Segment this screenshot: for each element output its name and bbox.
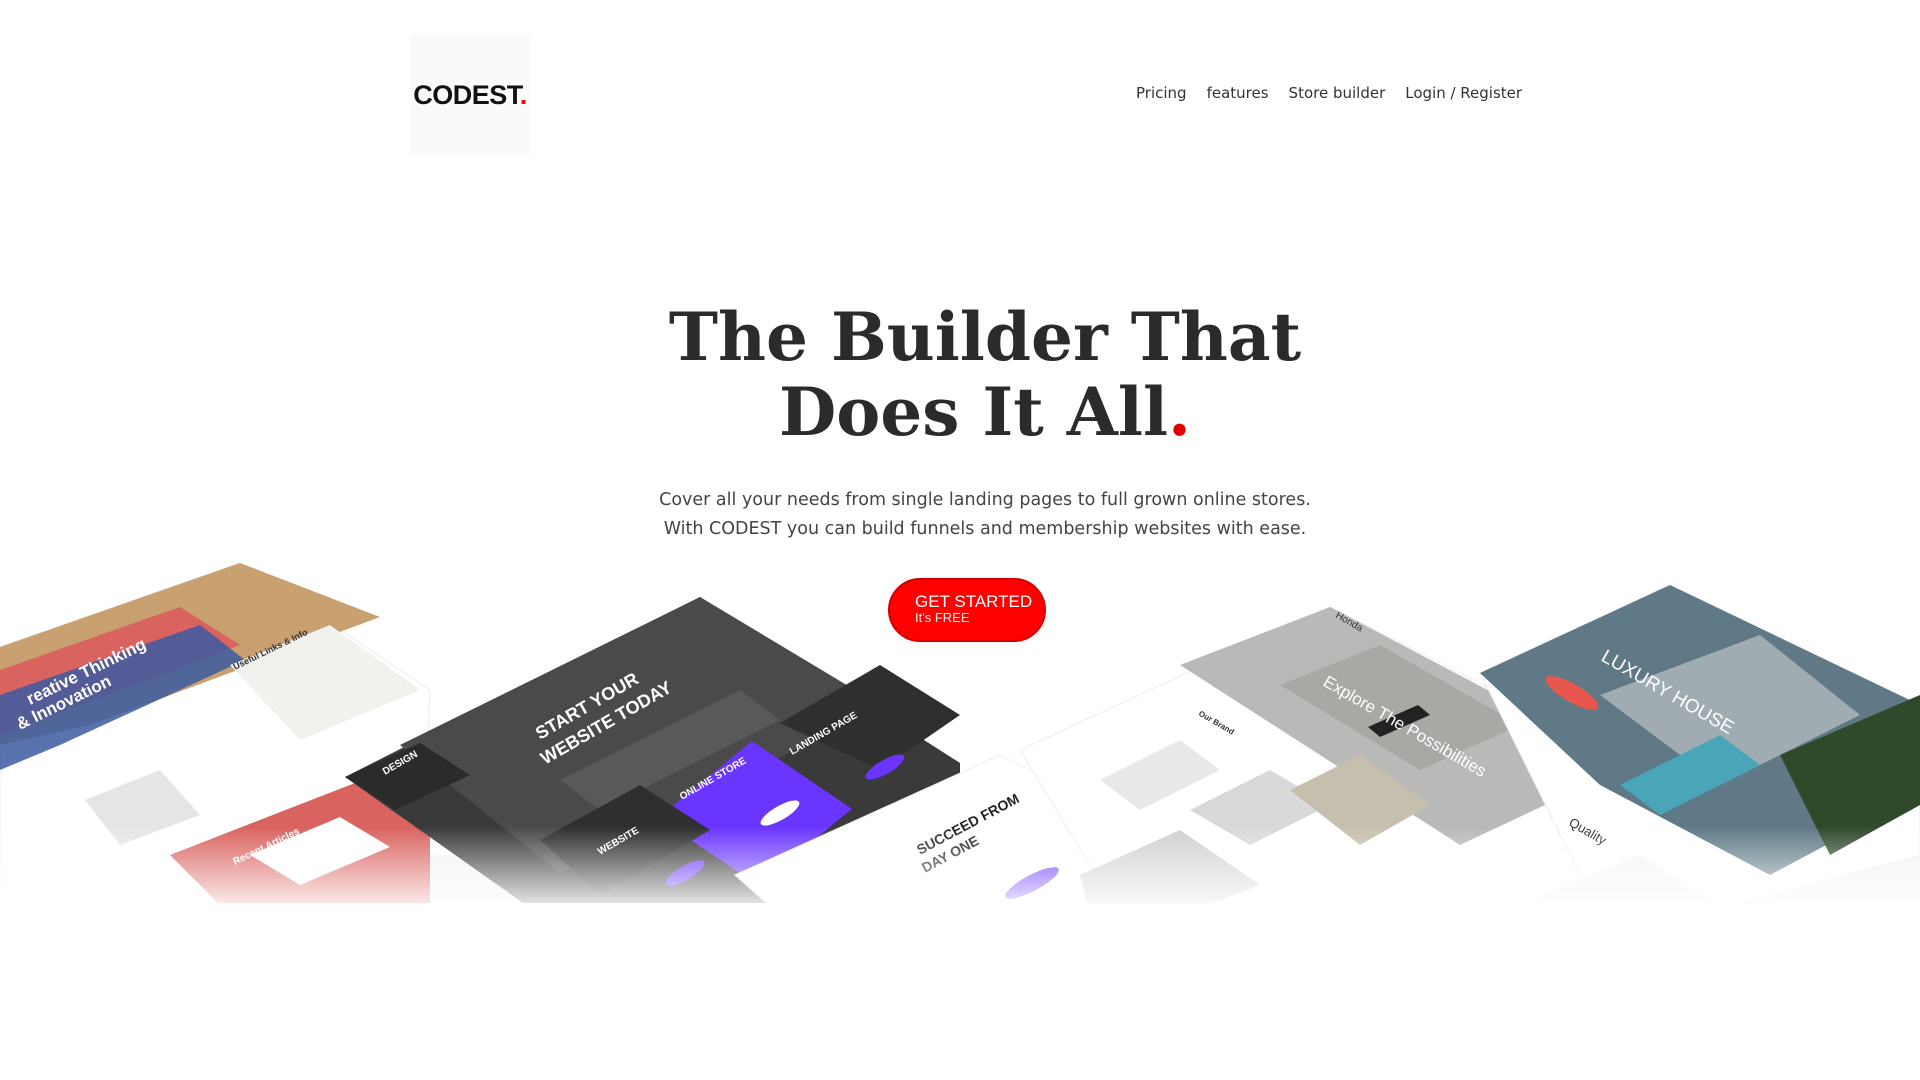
hero-title-dot: . [1168, 373, 1192, 451]
hero-title-line1: The Builder That [668, 298, 1302, 376]
get-started-sublabel: It's FREE [915, 610, 970, 625]
logo-dot: . [519, 79, 528, 110]
nav-features[interactable]: features [1207, 84, 1269, 102]
hero-subtitle-line2: With CODEST you can build funnels and me… [663, 519, 1307, 539]
nav-store-builder[interactable]: Store builder [1289, 84, 1386, 102]
get-started-label: GET STARTED [915, 592, 1033, 611]
mockup-left-card: reative Thinking & Innovation Useful Lin… [0, 562, 431, 903]
nav-pricing[interactable]: Pricing [1136, 84, 1187, 102]
logo-container[interactable]: CODEST. [410, 34, 530, 156]
site-header: CODEST. Pricing features Store builder L… [0, 0, 1920, 160]
nav-login-register[interactable]: Login / Register [1405, 84, 1522, 102]
get-started-button[interactable]: GET STARTED It's FREE [888, 578, 1046, 642]
hero-subtitle-line1: Cover all your needs from single landing… [659, 490, 1311, 510]
hero-title-line2: Does It All [778, 373, 1169, 451]
main-nav: Pricing features Store builder Login / R… [1136, 84, 1522, 102]
hero-title: The Builder That Does It All. [0, 300, 1920, 450]
hero-subtitle: Cover all your needs from single landing… [0, 486, 1920, 544]
logo-text: CODEST [413, 79, 520, 110]
logo[interactable]: CODEST. [413, 80, 527, 111]
